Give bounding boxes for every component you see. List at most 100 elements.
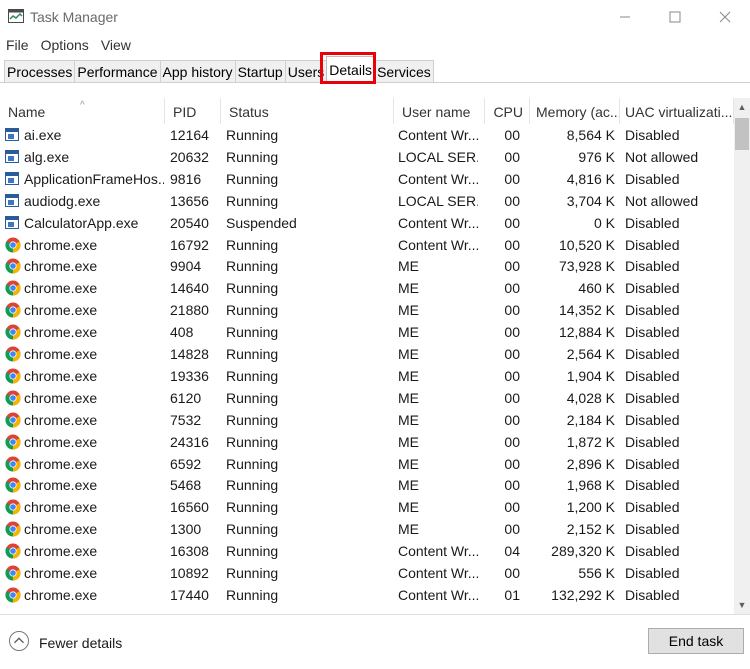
table-row[interactable]: chrome.exe 24316 Running ME 00 1,872 K Disable… xyxy=(0,431,734,453)
cell-status: Running xyxy=(226,543,279,560)
column-header-cpu[interactable]: CPU xyxy=(485,98,530,124)
cell-user: ME xyxy=(398,411,419,428)
table-row[interactable]: chrome.exe 16308 Running Content Wr... 04 289… xyxy=(0,540,734,562)
cell-status: Running xyxy=(226,302,279,319)
cell-uac: Disabled xyxy=(625,280,680,297)
cell-status: Running xyxy=(226,192,279,209)
cell-pid: 14828 xyxy=(170,346,209,362)
vertical-scrollbar[interactable]: ▲ ▼ xyxy=(734,98,750,614)
tab-services[interactable]: Services xyxy=(374,60,434,83)
column-header-label: Name xyxy=(8,104,46,120)
cell-name: chrome.exe xyxy=(24,280,98,297)
cell-cpu: 00 xyxy=(504,170,520,187)
table-row[interactable]: chrome.exe 14640 Running ME 00 460 K Disabled xyxy=(0,277,734,299)
fewer-details-link[interactable]: Fewer details xyxy=(39,635,122,651)
column-header-status[interactable]: Status xyxy=(221,98,394,124)
cell-name: chrome.exe xyxy=(24,324,98,341)
menu-file[interactable]: File xyxy=(0,36,35,56)
cell-cpu: 00 xyxy=(504,302,520,319)
cell-name: chrome.exe xyxy=(24,236,98,253)
table-row[interactable]: alg.exe 20632 Running LOCAL SER... 00 976 K No… xyxy=(0,146,734,168)
cell-mem: 1,968 K xyxy=(566,477,615,494)
column-header-label: User name xyxy=(402,104,471,120)
cell-name: chrome.exe xyxy=(24,302,98,319)
cell-pid: 21880 xyxy=(170,302,209,319)
cell-user: ME xyxy=(398,521,419,538)
end-task-button[interactable]: End task xyxy=(648,628,744,654)
cell-uac: Disabled xyxy=(625,324,680,341)
cell-mem: 3,704 K xyxy=(566,192,615,209)
menu-view[interactable]: View xyxy=(95,36,137,56)
table-row[interactable]: chrome.exe 17440 Running Content Wr... 01 132… xyxy=(0,584,734,606)
table-row[interactable]: chrome.exe 408 Running ME 00 12,884 K Disabled xyxy=(0,321,734,343)
tab-app-history[interactable]: App history xyxy=(159,60,236,83)
cell-mem: 8,564 K xyxy=(566,127,615,143)
table-row[interactable]: ApplicationFrameHos... 9816 Running Content… xyxy=(0,168,734,190)
cell-name: chrome.exe xyxy=(24,389,98,406)
column-header-uac[interactable]: UAC virtualizati... xyxy=(620,98,734,124)
app-window-icon xyxy=(5,128,19,141)
table-row[interactable]: chrome.exe 7532 Running ME 00 2,184 K Disabled xyxy=(0,409,734,431)
table-row[interactable]: audiodg.exe 13656 Running LOCAL SER... 00 3,7… xyxy=(0,190,734,212)
cell-name: chrome.exe xyxy=(24,433,98,450)
column-header-user-name[interactable]: User name xyxy=(394,98,485,124)
cell-name: ai.exe xyxy=(24,127,62,143)
cell-pid: 10892 xyxy=(170,565,209,581)
chrome-icon xyxy=(5,368,21,384)
minimize-button[interactable] xyxy=(600,0,650,34)
cell-name: alg.exe xyxy=(24,148,70,165)
cell-uac: Disabled xyxy=(625,302,680,319)
column-header-name[interactable]: ^ Name xyxy=(0,98,165,124)
scroll-down-icon[interactable]: ▼ xyxy=(734,596,750,614)
cell-status: Running xyxy=(226,477,279,494)
scroll-up-icon[interactable]: ▲ xyxy=(734,98,750,116)
column-header-memory[interactable]: Memory (ac... xyxy=(530,98,620,124)
table-row[interactable]: chrome.exe 21880 Running ME 00 14,352 K Disabl… xyxy=(0,299,734,321)
table-row[interactable]: chrome.exe 6120 Running ME 00 4,028 K Disabled xyxy=(0,387,734,409)
cell-mem: 12,884 K xyxy=(558,324,615,341)
menu-options[interactable]: Options xyxy=(35,36,95,56)
tab-performance[interactable]: Performance xyxy=(74,60,161,83)
chrome-icon xyxy=(5,390,21,406)
cell-cpu: 00 xyxy=(504,521,520,538)
maximize-button[interactable] xyxy=(650,0,700,34)
cell-name: ApplicationFrameHos... xyxy=(24,170,164,187)
close-button[interactable] xyxy=(700,0,750,34)
app-window-icon xyxy=(5,193,19,207)
chrome-icon xyxy=(5,456,21,471)
cell-uac: Disabled xyxy=(625,236,680,253)
table-row[interactable]: CalculatorApp.exe 20540 Suspended Content W… xyxy=(0,212,734,234)
table-row[interactable]: chrome.exe 14828 Running ME 00 2,564 K Disable… xyxy=(0,343,734,365)
cell-mem: 556 K xyxy=(578,565,615,581)
table-row[interactable]: chrome.exe 6592 Running ME 00 2,896 K Disabled xyxy=(0,453,734,475)
table-row[interactable]: chrome.exe 9904 Running ME 00 73,928 K Disable… xyxy=(0,255,734,277)
column-header-pid[interactable]: PID xyxy=(165,98,221,124)
table-row[interactable]: chrome.exe 1300 Running ME 00 2,152 K Disabled xyxy=(0,518,734,540)
window-title: Task Manager xyxy=(30,9,118,25)
cell-user: Content Wr... xyxy=(398,565,478,581)
cell-cpu: 00 xyxy=(504,433,520,450)
cell-mem: 4,028 K xyxy=(566,389,615,406)
table-row[interactable]: chrome.exe 5468 Running ME 00 1,968 K Disabled xyxy=(0,474,734,496)
cell-name: audiodg.exe xyxy=(24,192,101,209)
table-row[interactable]: chrome.exe 19336 Running ME 00 1,904 K Disable… xyxy=(0,365,734,387)
cell-name: chrome.exe xyxy=(24,499,98,516)
scroll-thumb[interactable] xyxy=(735,118,749,150)
app-window-icon xyxy=(5,215,19,229)
tab-processes[interactable]: Processes xyxy=(4,60,76,83)
table-row[interactable]: ai.exe 12164 Running Content Wr... 00 8,564 K… xyxy=(0,124,734,146)
chevron-up-circle-icon[interactable] xyxy=(9,631,29,651)
cell-mem: 2,152 K xyxy=(566,521,615,538)
table-row[interactable]: chrome.exe 16792 Running Content Wr... 00 10,… xyxy=(0,234,734,256)
cell-user: Content Wr... xyxy=(398,214,478,231)
cell-status: Running xyxy=(226,521,279,538)
cell-mem: 1,872 K xyxy=(566,433,615,450)
cell-pid: 20540 xyxy=(170,214,209,231)
tab-startup[interactable]: Startup xyxy=(234,60,286,83)
cell-mem: 14,352 K xyxy=(558,302,615,319)
table-row[interactable]: chrome.exe 16560 Running ME 00 1,200 K Disable… xyxy=(0,496,734,518)
cell-status: Running xyxy=(226,433,279,450)
cell-cpu: 00 xyxy=(504,148,520,165)
cell-user: LOCAL SER... xyxy=(398,148,478,165)
table-row[interactable]: chrome.exe 10892 Running Content Wr... 00 556… xyxy=(0,562,734,584)
